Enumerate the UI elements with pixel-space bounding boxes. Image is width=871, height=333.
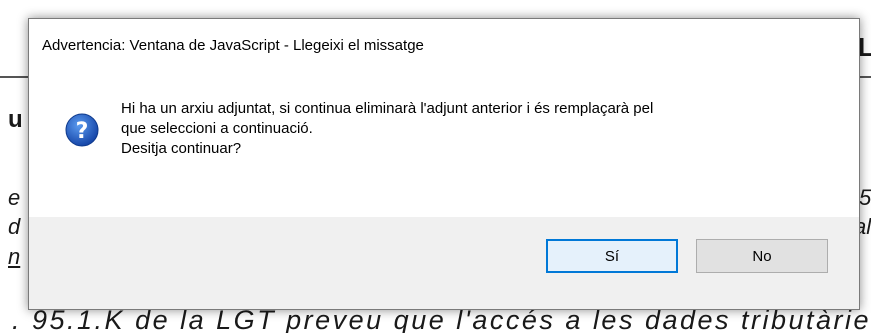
document-link-fragment: n [8, 244, 21, 269]
dialog-message-line: Desitja continuar? [121, 140, 242, 157]
document-text-fragment: 5 [859, 185, 871, 210]
dialog-titlebar[interactable]: Advertencia: Ventana de JavaScript - Lle… [29, 19, 859, 77]
dialog-content: ? Hi ha un arxiu adjuntat, si continua e… [29, 77, 859, 217]
dialog-message: Hi ha un arxiu adjuntat, si continua eli… [121, 99, 821, 159]
document-text-fragment: d [8, 214, 21, 239]
page: L u e d n 5 al . 95.1.K de la LGT preveu… [0, 0, 871, 333]
no-button[interactable]: No [696, 239, 828, 273]
document-subheading-fragment: u [8, 106, 23, 133]
document-text-fragment: e [8, 185, 21, 210]
svg-text:?: ? [76, 119, 89, 144]
yes-button[interactable]: Sí [546, 239, 678, 273]
question-icon: ? [65, 113, 99, 147]
dialog-message-line: que seleccioni a continuació. [121, 120, 313, 137]
javascript-confirm-dialog: Advertencia: Ventana de JavaScript - Lle… [28, 18, 860, 310]
dialog-title: Advertencia: Ventana de JavaScript - Lle… [42, 37, 424, 54]
dialog-message-line: Hi ha un arxiu adjuntat, si continua eli… [121, 100, 654, 117]
